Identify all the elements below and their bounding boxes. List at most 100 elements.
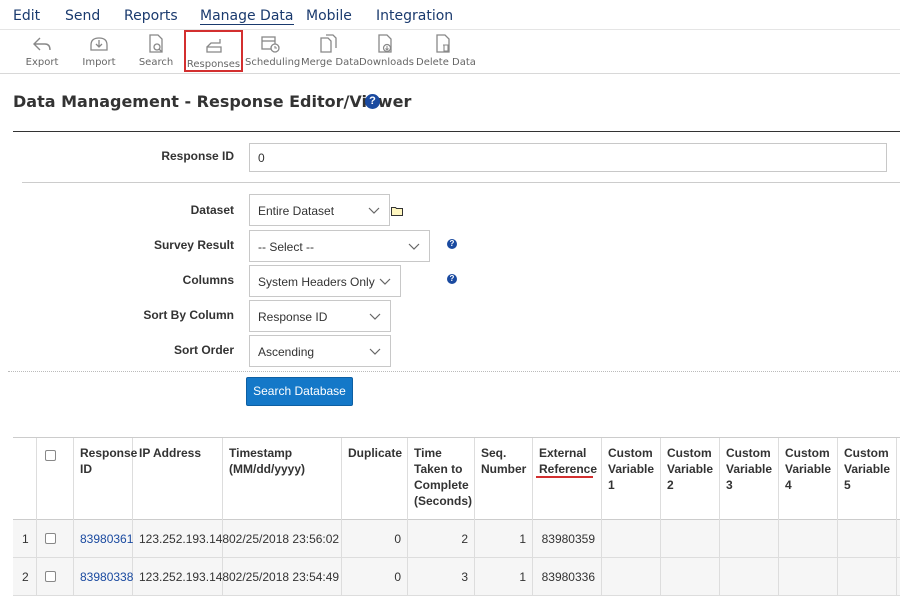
row-number: 2 bbox=[13, 558, 37, 596]
time-taken-cell: 3 bbox=[408, 558, 475, 596]
timestamp-cell: 02/25/2018 23:56:02 bbox=[223, 520, 342, 558]
divider bbox=[22, 182, 900, 183]
scheduling-icon bbox=[261, 36, 280, 53]
column-header[interactable]: Time Taken to Complete (Seconds) bbox=[408, 438, 475, 520]
sort-order-select[interactable]: Ascending bbox=[249, 335, 391, 367]
menu-integration[interactable]: Integration bbox=[376, 8, 453, 24]
toolbar: Export Import Search Responses Schedulin… bbox=[0, 30, 900, 74]
columns-value: System Headers Only bbox=[258, 275, 375, 289]
search-button[interactable]: Search bbox=[134, 30, 178, 72]
menu-send[interactable]: Send bbox=[65, 8, 100, 24]
column-header[interactable]: Custom Variable 4 bbox=[779, 438, 838, 520]
menu-edit[interactable]: Edit bbox=[13, 8, 40, 24]
sort-by-value: Response ID bbox=[258, 310, 328, 324]
scheduling-button[interactable]: Scheduling bbox=[245, 30, 300, 72]
folder-icon[interactable] bbox=[391, 206, 403, 216]
menu-bar: Edit Send Reports Manage Data Mobile Int… bbox=[0, 0, 900, 30]
time-taken-cell: 2 bbox=[408, 520, 475, 558]
column-header[interactable]: Custom Variable 2 bbox=[661, 438, 720, 520]
custom-variable-cell bbox=[661, 558, 720, 596]
columns-label: Columns bbox=[182, 273, 234, 287]
merge-data-button[interactable]: Merge Data bbox=[301, 30, 360, 72]
response-id-label: Response ID bbox=[161, 149, 234, 163]
column-header[interactable]: Custom Variable 5 bbox=[838, 438, 897, 520]
chevron-down-icon bbox=[368, 207, 380, 214]
external-reference-cell: 83980336 bbox=[533, 558, 602, 596]
import-label: Import bbox=[82, 57, 116, 68]
custom-variable-cell bbox=[779, 520, 838, 558]
custom-variable-cell bbox=[720, 520, 779, 558]
columns-help-icon[interactable]: ? bbox=[447, 274, 457, 284]
import-button[interactable]: Import bbox=[77, 30, 121, 72]
column-header[interactable]: Seq. Number bbox=[475, 438, 533, 520]
survey-result-value: -- Select -- bbox=[258, 240, 315, 254]
row-number-header bbox=[13, 438, 37, 520]
downloads-button[interactable]: Downloads bbox=[359, 30, 414, 72]
responses-label: Responses bbox=[186, 59, 241, 70]
menu-reports[interactable]: Reports bbox=[124, 8, 178, 24]
sort-order-label: Sort Order bbox=[173, 343, 234, 357]
menu-mobile[interactable]: Mobile bbox=[306, 8, 352, 24]
column-header[interactable]: Custom Variable 1 bbox=[602, 438, 661, 520]
response-id-link[interactable]: 83980338 bbox=[74, 558, 133, 596]
ip-address-cell: 123.252.193.148 bbox=[133, 558, 229, 596]
responses-button[interactable]: Responses bbox=[184, 30, 243, 72]
results-table: Response ID IP Address Timestamp (MM/dd/… bbox=[13, 437, 900, 596]
help-icon[interactable]: ? bbox=[365, 94, 380, 109]
survey-result-help-icon[interactable]: ? bbox=[447, 239, 457, 249]
columns-select[interactable]: System Headers Only bbox=[249, 265, 401, 297]
delete-data-button[interactable]: Delete Data bbox=[416, 30, 476, 72]
custom-variable-cell bbox=[602, 558, 661, 596]
downloads-icon bbox=[378, 34, 392, 53]
sort-by-select[interactable]: Response ID bbox=[249, 300, 391, 332]
menu-manage-data[interactable]: Manage Data bbox=[200, 8, 294, 25]
row-number: 1 bbox=[13, 520, 37, 558]
column-header[interactable]: Response ID bbox=[74, 438, 137, 520]
column-header[interactable]: Duplicate bbox=[342, 438, 408, 520]
merge-data-icon bbox=[319, 34, 337, 53]
search-label: Search bbox=[138, 57, 174, 68]
delete-data-icon bbox=[436, 34, 450, 53]
sort-by-label: Sort By Column bbox=[143, 308, 234, 322]
select-all-checkbox[interactable] bbox=[45, 450, 56, 461]
response-id-link[interactable]: 83980361 bbox=[74, 520, 133, 558]
ip-address-cell: 123.252.193.148 bbox=[133, 520, 229, 558]
external-reference-cell: 83980359 bbox=[533, 520, 602, 558]
chevron-down-icon bbox=[369, 313, 381, 320]
column-header[interactable]: IP Address bbox=[133, 438, 223, 520]
divider bbox=[13, 131, 900, 132]
sort-order-value: Ascending bbox=[258, 345, 315, 359]
row-select bbox=[37, 558, 74, 596]
column-header[interactable]: Timestamp (MM/dd/yyyy) bbox=[223, 438, 342, 520]
dataset-select[interactable]: Entire Dataset bbox=[249, 194, 390, 226]
select-all-header bbox=[37, 438, 74, 520]
custom-variable-cell bbox=[602, 520, 661, 558]
custom-variable-cell bbox=[838, 520, 897, 558]
row-checkbox[interactable] bbox=[45, 571, 56, 582]
search-database-button[interactable]: Search Database bbox=[246, 377, 353, 406]
page-title: Data Management - Response Editor/Viewer bbox=[13, 92, 412, 111]
search-document-icon bbox=[149, 34, 163, 53]
seq-number-cell: 1 bbox=[475, 520, 533, 558]
custom-variable-cell bbox=[661, 520, 720, 558]
merge-data-label: Merge Data bbox=[301, 57, 360, 68]
duplicate-cell: 0 bbox=[342, 520, 408, 558]
delete-data-label: Delete Data bbox=[416, 57, 476, 68]
export-button[interactable]: Export bbox=[20, 30, 64, 72]
column-header[interactable]: Custom Variable 3 bbox=[720, 438, 779, 520]
duplicate-cell: 0 bbox=[342, 558, 408, 596]
export-label: Export bbox=[25, 57, 59, 68]
response-id-input[interactable]: 0 bbox=[249, 143, 887, 172]
custom-variable-cell bbox=[838, 558, 897, 596]
row-select bbox=[37, 520, 74, 558]
timestamp-cell: 02/25/2018 23:54:49 bbox=[223, 558, 342, 596]
divider bbox=[8, 371, 900, 372]
external-reference-highlight bbox=[536, 476, 593, 478]
column-header[interactable]: External Reference bbox=[533, 438, 602, 520]
survey-result-select[interactable]: -- Select -- bbox=[249, 230, 430, 262]
row-checkbox[interactable] bbox=[45, 533, 56, 544]
import-icon bbox=[90, 37, 108, 51]
survey-result-label: Survey Result bbox=[153, 238, 234, 252]
downloads-label: Downloads bbox=[359, 57, 414, 68]
chevron-down-icon bbox=[369, 348, 381, 355]
